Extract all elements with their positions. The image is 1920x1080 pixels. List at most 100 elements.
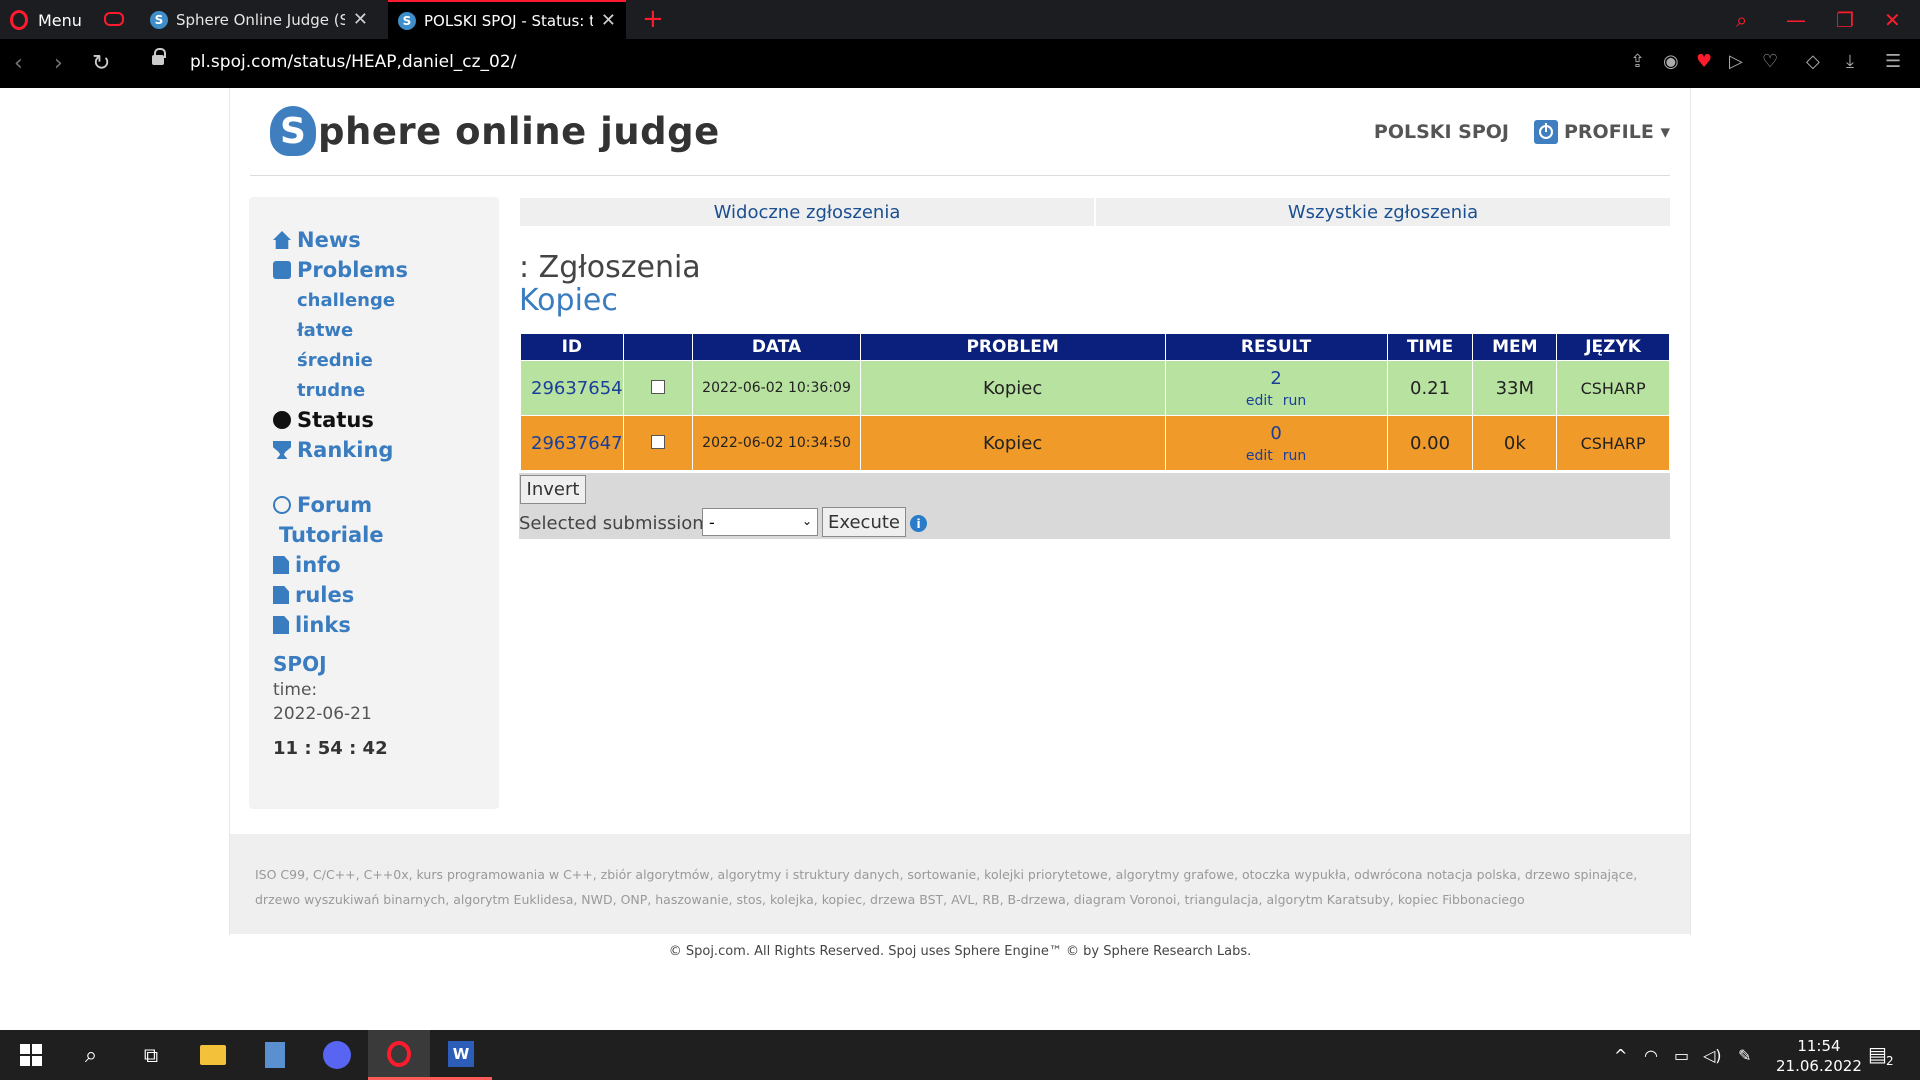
new-tab-icon[interactable]: + — [642, 4, 664, 34]
start-button[interactable] — [0, 1030, 62, 1080]
reload-icon[interactable]: ↻ — [92, 51, 110, 76]
battery-icon[interactable]: ▭ — [1674, 1046, 1689, 1065]
edit-link[interactable]: edit — [1246, 448, 1273, 464]
submission-id-link[interactable]: 29637654 — [520, 360, 624, 416]
spoj-favicon-icon: S — [150, 10, 168, 29]
sidebar-item-forum[interactable]: Forum — [273, 490, 499, 520]
column-header[interactable]: DATA — [692, 333, 861, 361]
minimize-icon[interactable]: — — [1786, 8, 1806, 32]
file-explorer-icon[interactable] — [182, 1030, 244, 1080]
discord-icon[interactable] — [306, 1030, 368, 1080]
send-icon[interactable]: ▷ — [1729, 51, 1743, 72]
sidebar-item-links[interactable]: links — [273, 610, 499, 640]
submission-id-link[interactable]: 29637647 — [520, 415, 624, 471]
sidebar-item-tutoriale[interactable]: Tutoriale — [273, 520, 499, 550]
pen-icon[interactable]: ✎ — [1738, 1046, 1751, 1065]
execute-button[interactable]: Execute — [822, 507, 906, 537]
download-icon[interactable]: ⤓ — [1846, 51, 1854, 72]
problem-link[interactable]: Kopiec — [859, 360, 1166, 416]
vpn-shield-icon[interactable]: ♥ — [1696, 51, 1712, 72]
problem-title-link[interactable]: Kopiec — [519, 283, 618, 318]
result-score[interactable]: 2 — [1166, 368, 1387, 389]
sidebar-item-ranking[interactable]: Ranking — [273, 435, 499, 465]
forward-icon[interactable]: › — [54, 51, 63, 76]
result-cell: 2 edit run — [1164, 360, 1388, 416]
opera-menu-button[interactable]: Menu — [10, 10, 82, 30]
power-icon — [1534, 120, 1558, 144]
invert-button[interactable]: Invert — [520, 475, 586, 504]
time-value[interactable]: 0.00 — [1386, 415, 1474, 471]
run-link[interactable]: run — [1283, 448, 1307, 464]
home-icon — [273, 231, 291, 249]
chat-icon — [273, 496, 291, 514]
heart-icon[interactable]: ♡ — [1762, 51, 1778, 72]
sidebar-sub-challenge[interactable]: challenge — [273, 285, 499, 315]
table-header-row: ID DATA PROBLEM RESULT TIME MEM JĘZYK — [520, 333, 1670, 361]
profile-menu[interactable]: PROFILE ▾ — [1534, 120, 1670, 144]
close-window-icon[interactable]: ✕ — [1884, 8, 1901, 32]
search-icon[interactable]: ⌕ — [60, 1030, 122, 1080]
submissions-table: ID DATA PROBLEM RESULT TIME MEM JĘZYK 29… — [520, 333, 1670, 471]
lock-icon[interactable] — [152, 48, 166, 65]
volume-icon[interactable]: ◁) — [1703, 1046, 1722, 1065]
column-header[interactable]: TIME — [1386, 333, 1474, 361]
cube-icon[interactable]: ◇ — [1806, 51, 1820, 72]
search-icon[interactable]: ⌕ — [1736, 8, 1747, 32]
time-value[interactable]: 0.21 — [1386, 360, 1474, 416]
close-icon[interactable]: ✕ — [353, 9, 368, 30]
settings-icon[interactable]: ☰ — [1885, 51, 1901, 72]
submission-date: 2022-06-02 10:34:50 — [692, 415, 861, 471]
close-icon[interactable]: ✕ — [601, 10, 616, 31]
restore-icon[interactable]: ❐ — [1836, 8, 1854, 32]
action-select[interactable]: - ⌄ — [702, 508, 818, 536]
column-header[interactable]: PROBLEM — [859, 333, 1166, 361]
column-header[interactable]: ID — [520, 333, 624, 361]
calculator-icon[interactable] — [244, 1030, 306, 1080]
sidebar-item-label: Forum — [297, 493, 373, 517]
nav-polski-spoj[interactable]: POLSKI SPOJ — [1374, 121, 1509, 143]
sidebar-item-status[interactable]: Status — [273, 405, 499, 435]
word-icon[interactable]: W — [430, 1030, 492, 1080]
sidebar-spoj-title: SPOJ — [273, 652, 327, 676]
table-row: 29637654 2022-06-02 10:36:09 Kopiec 2 ed… — [520, 360, 1670, 416]
browser-tab-polski-spoj[interactable]: S POLSKI SPOJ - Status: test y ✕ — [388, 0, 626, 39]
tab-all-submissions[interactable]: Wszystkie zgłoszenia — [1096, 198, 1670, 226]
task-view-icon[interactable]: ⧉ — [120, 1030, 182, 1080]
column-header[interactable]: MEM — [1472, 333, 1558, 361]
sidebar-item-label: links — [295, 613, 351, 637]
column-header[interactable]: JĘZYK — [1556, 333, 1670, 361]
sidebar-item-rules[interactable]: rules — [273, 580, 499, 610]
problem-link[interactable]: Kopiec — [859, 415, 1166, 471]
select-checkbox[interactable] — [650, 379, 665, 394]
wifi-icon[interactable]: ◠ — [1644, 1046, 1658, 1065]
tab-visible-submissions[interactable]: Widoczne zgłoszenia — [520, 198, 1094, 226]
windows-taskbar: ⌕ ⧉ W ^ ◠ ▭ ◁) ✎ 11:54 21.06.2022 ▤ 2 — [0, 1030, 1920, 1080]
sidebar-sub-latwe[interactable]: łatwe — [273, 315, 499, 345]
browser-tab-spoj[interactable]: S Sphere Online Judge (SPOJ) ✕ — [140, 0, 378, 39]
camera-icon[interactable]: ◉ — [1663, 51, 1679, 72]
column-header[interactable]: RESULT — [1164, 333, 1388, 361]
sidebar-item-news[interactable]: News — [273, 225, 499, 255]
notification-icon[interactable]: ▤ — [1868, 1042, 1887, 1066]
tab-title: POLSKI SPOJ - Status: test y — [424, 11, 593, 30]
sidebar-item-problems[interactable]: Problems — [273, 255, 499, 285]
select-checkbox[interactable] — [650, 434, 665, 449]
sidebar-item-info[interactable]: info — [273, 550, 499, 580]
share-icon[interactable]: ⇪ — [1630, 51, 1645, 72]
site-logo[interactable]: S phere online judge — [270, 106, 720, 156]
chevron-down-icon: ⌄ — [801, 514, 812, 528]
url-field[interactable]: pl.spoj.com/status/HEAP,daniel_cz_02/ — [190, 52, 516, 72]
edit-link[interactable]: edit — [1246, 393, 1273, 409]
tray-overflow-icon[interactable]: ^ — [1614, 1046, 1627, 1065]
opera-taskbar-icon[interactable] — [368, 1030, 430, 1080]
file-icon — [273, 586, 289, 604]
result-score[interactable]: 0 — [1166, 423, 1387, 444]
taskbar-clock[interactable]: 11:54 21.06.2022 — [1776, 1036, 1862, 1076]
back-icon[interactable]: ‹ — [14, 51, 23, 76]
vr-icon[interactable] — [104, 12, 124, 26]
info-icon[interactable]: i — [910, 515, 927, 532]
run-link[interactable]: run — [1283, 393, 1307, 409]
sidebar-sub-srednie[interactable]: średnie — [273, 345, 499, 375]
sidebar-sub-trudne[interactable]: trudne — [273, 375, 499, 405]
result-actions: edit run — [1166, 448, 1387, 464]
